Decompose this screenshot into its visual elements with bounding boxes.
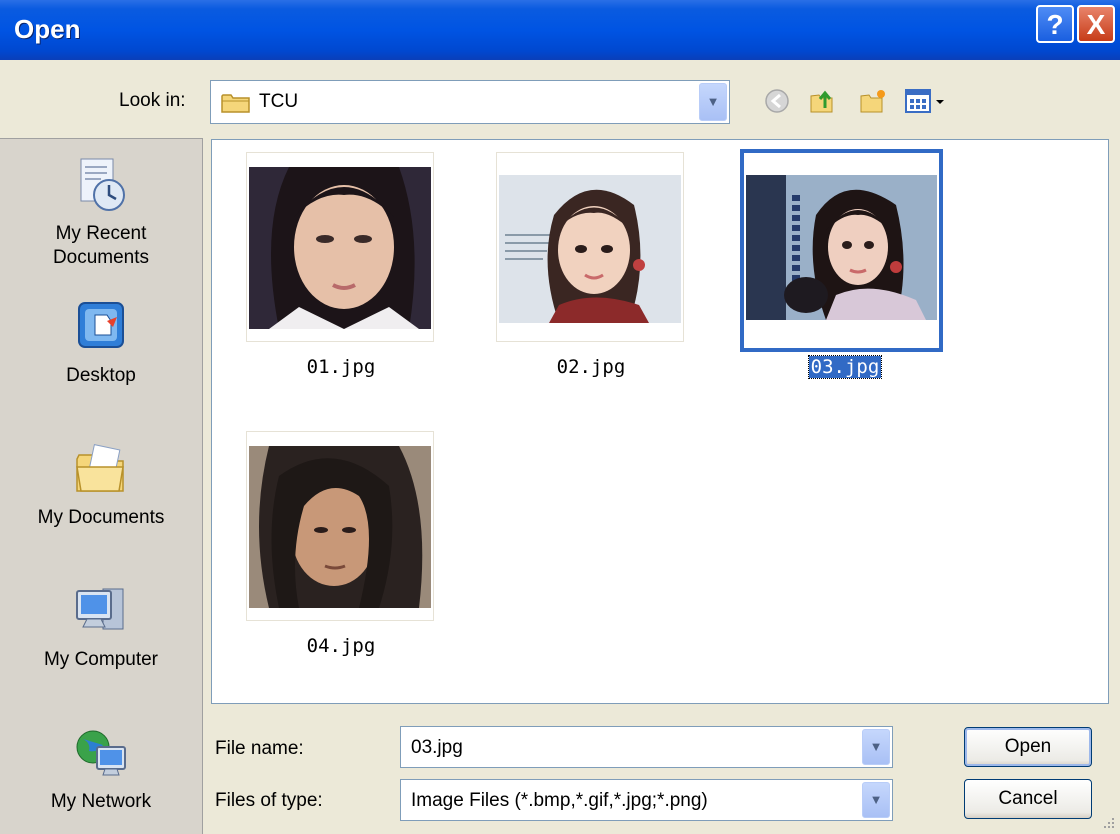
- file-name-label[interactable]: 02.jpg: [471, 356, 711, 378]
- place-recent-documents[interactable]: My Recent Documents: [0, 157, 202, 270]
- place-recent-line2: Documents: [52, 247, 150, 268]
- place-my-network-label: My Network: [50, 791, 152, 812]
- place-recent-line1: My Recent: [55, 223, 147, 244]
- file-name-field-label: File name:: [215, 738, 304, 759]
- file-type-value: Image Files (*.bmp,*.gif,*.jpg;*.png): [411, 790, 708, 811]
- file-type-select[interactable]: Image Files (*.bmp,*.gif,*.jpg;*.png) ▼: [400, 779, 893, 821]
- folder-icon: [221, 94, 250, 113]
- open-button[interactable]: Open: [964, 727, 1092, 767]
- cancel-button[interactable]: Cancel: [964, 779, 1092, 819]
- photo-thumbnail-image: [746, 175, 937, 320]
- place-my-documents[interactable]: My Documents: [0, 441, 202, 530]
- file-name-label[interactable]: 04.jpg: [221, 635, 461, 657]
- chevron-down-icon: ▼: [706, 94, 720, 109]
- up-folder-icon[interactable]: [808, 86, 838, 116]
- file-type-field-label: Files of type:: [215, 790, 323, 811]
- file-thumbnail-01[interactable]: [246, 152, 434, 342]
- place-my-computer[interactable]: My Computer: [0, 583, 202, 672]
- file-type-dropdown-button[interactable]: ▼: [862, 782, 890, 818]
- desktop-icon: [78, 302, 124, 348]
- views-menu-icon[interactable]: [904, 86, 950, 116]
- close-icon: X: [1086, 9, 1106, 40]
- place-desktop-label: Desktop: [66, 365, 136, 386]
- file-name-dropdown-button[interactable]: ▼: [862, 729, 890, 765]
- close-button[interactable]: X: [1077, 5, 1115, 43]
- photo-thumbnail-image: [249, 167, 431, 329]
- file-list[interactable]: 01.jpg 02.jpg 03.jpg 04.jpg: [211, 139, 1109, 704]
- help-icon: ?: [1046, 9, 1064, 40]
- dialog-title: Open: [14, 14, 81, 44]
- file-name-combobox[interactable]: 03.jpg ▼: [400, 726, 893, 768]
- place-my-network[interactable]: My Network: [0, 725, 202, 814]
- chevron-down-icon: ▼: [869, 792, 883, 807]
- look-in-dropdown-button[interactable]: ▼: [699, 83, 727, 121]
- photo-thumbnail-image: [249, 446, 431, 608]
- my-documents-icon: [76, 444, 124, 492]
- look-in-dropdown[interactable]: TCU ▼: [210, 80, 730, 124]
- place-my-documents-label: My Documents: [37, 507, 165, 528]
- back-icon[interactable]: [762, 86, 792, 116]
- title-bar[interactable]: Open ? X: [0, 0, 1120, 60]
- resize-grip-icon[interactable]: [1102, 816, 1116, 830]
- help-button[interactable]: ?: [1036, 5, 1074, 43]
- open-dialog: Open ? X Look in: TCU ▼ My Recent Docume…: [0, 0, 1120, 834]
- file-name-label-selected[interactable]: 03.jpg: [725, 355, 965, 379]
- photo-thumbnail-image: [499, 175, 681, 323]
- file-name-input[interactable]: 03.jpg: [411, 737, 463, 759]
- new-folder-icon[interactable]: [858, 86, 888, 116]
- look-in-value: TCU: [259, 91, 299, 112]
- places-bar: My Recent Documents Desktop My Documents: [0, 138, 203, 834]
- file-name-label[interactable]: 01.jpg: [221, 356, 461, 378]
- chevron-down-icon: ▼: [869, 739, 883, 754]
- file-thumbnail-02[interactable]: [496, 152, 684, 342]
- file-thumbnail-04[interactable]: [246, 431, 434, 621]
- place-desktop[interactable]: Desktop: [0, 299, 202, 388]
- recent-documents-icon: [80, 158, 125, 211]
- my-computer-icon: [76, 588, 124, 630]
- file-thumbnail-03[interactable]: [740, 149, 943, 352]
- place-my-computer-label: My Computer: [43, 649, 159, 670]
- look-in-label: Look in:: [119, 90, 186, 111]
- my-network-icon: [76, 730, 126, 776]
